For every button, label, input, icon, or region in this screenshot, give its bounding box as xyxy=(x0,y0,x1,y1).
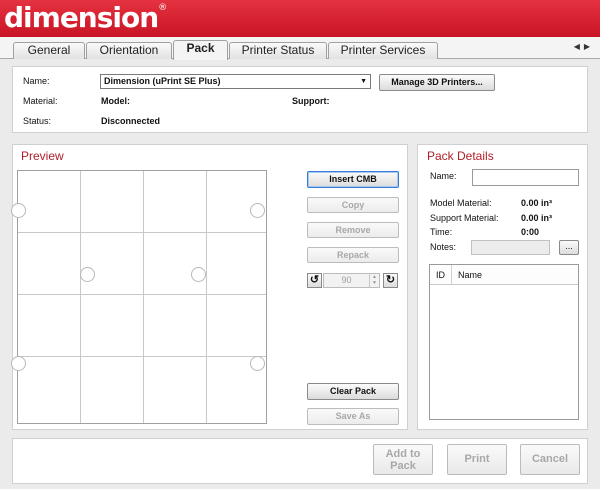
name-label: Name: xyxy=(23,76,50,86)
tab-pack[interactable]: Pack xyxy=(173,40,228,60)
tab-printer-services[interactable]: Printer Services xyxy=(328,42,438,59)
tab-scroll-buttons[interactable]: ◀▶ xyxy=(574,42,594,51)
copy-button[interactable]: Copy xyxy=(307,197,399,213)
dimension-logo: dimension® xyxy=(4,1,168,34)
manage-printers-button[interactable]: Manage 3D Printers... xyxy=(379,74,495,91)
rotate-left-icon[interactable]: ↺ xyxy=(307,273,322,288)
clear-pack-button[interactable]: Clear Pack xyxy=(307,383,399,400)
repack-button[interactable]: Repack xyxy=(307,247,399,263)
column-header-id[interactable]: ID xyxy=(436,270,445,280)
grid-line xyxy=(18,294,266,295)
add-to-pack-label: Add to Pack xyxy=(385,448,421,472)
save-as-button[interactable]: Save As xyxy=(307,408,399,425)
status-value: Disconnected xyxy=(101,116,161,126)
list-header: ID Name xyxy=(430,265,578,285)
notes-field[interactable] xyxy=(471,240,550,255)
model-label: Model: xyxy=(101,96,130,106)
grid-line xyxy=(206,171,207,423)
support-material-label: Support Material: xyxy=(430,213,499,223)
tab-strip: General Orientation Pack Printer Status … xyxy=(0,37,600,60)
support-label: Support: xyxy=(292,96,330,106)
add-to-pack-button[interactable]: Add to Pack xyxy=(373,444,433,475)
pack-name-input[interactable] xyxy=(472,169,579,186)
grid-line xyxy=(143,171,144,423)
insert-cmb-button[interactable]: Insert CMB xyxy=(307,171,399,188)
grid-line xyxy=(18,232,266,233)
grid-line xyxy=(18,356,266,357)
notes-browse-button[interactable]: ... xyxy=(559,240,579,255)
tab-general[interactable]: General xyxy=(13,42,85,59)
pack-parts-list[interactable]: ID Name xyxy=(429,264,579,420)
tray-marker xyxy=(80,267,95,282)
tray-marker xyxy=(191,267,206,282)
notes-label: Notes: xyxy=(430,242,457,252)
tray-marker xyxy=(250,203,265,218)
time-value: 0:00 xyxy=(521,227,540,237)
printer-select-value: Dimension (uPrint SE Plus) xyxy=(104,76,221,86)
rotation-value: 90 xyxy=(341,275,352,285)
model-material-value: 0.00 in³ xyxy=(521,198,553,208)
stepper-arrows-icon[interactable]: ▲ ▼ xyxy=(369,274,379,287)
remove-button[interactable]: Remove xyxy=(307,222,399,238)
printer-select[interactable]: Dimension (uPrint SE Plus) ▼ xyxy=(100,74,371,89)
tray-marker xyxy=(250,356,265,371)
print-button[interactable]: Print xyxy=(447,444,507,475)
app-banner: dimension® xyxy=(0,0,600,37)
pack-name-label: Name: xyxy=(430,171,457,181)
column-header-name[interactable]: Name xyxy=(458,270,482,280)
grid-line xyxy=(80,171,81,423)
pack-details-title: Pack Details xyxy=(427,149,494,163)
chevron-down-icon: ▼ xyxy=(360,78,367,85)
rotation-stepper[interactable]: 90 ▲ ▼ xyxy=(323,273,380,288)
rotate-right-icon[interactable]: ↻ xyxy=(383,273,398,288)
column-divider[interactable] xyxy=(451,265,452,285)
preview-title: Preview xyxy=(21,149,64,163)
model-material-label: Model Material: xyxy=(430,198,492,208)
tray-marker xyxy=(11,356,26,371)
cancel-button[interactable]: Cancel xyxy=(520,444,580,475)
triangle-right-icon[interactable]: ▶ xyxy=(584,42,594,51)
tab-printer-status[interactable]: Printer Status xyxy=(229,42,327,59)
tab-orientation[interactable]: Orientation xyxy=(86,42,172,59)
material-label: Material: xyxy=(23,96,58,106)
status-label: Status: xyxy=(23,116,52,126)
support-material-value: 0.00 in³ xyxy=(521,213,553,223)
time-label: Time: xyxy=(430,227,453,237)
tray-marker xyxy=(11,203,26,218)
build-tray-grid[interactable] xyxy=(11,170,267,424)
triangle-left-icon[interactable]: ◀ xyxy=(574,42,584,51)
